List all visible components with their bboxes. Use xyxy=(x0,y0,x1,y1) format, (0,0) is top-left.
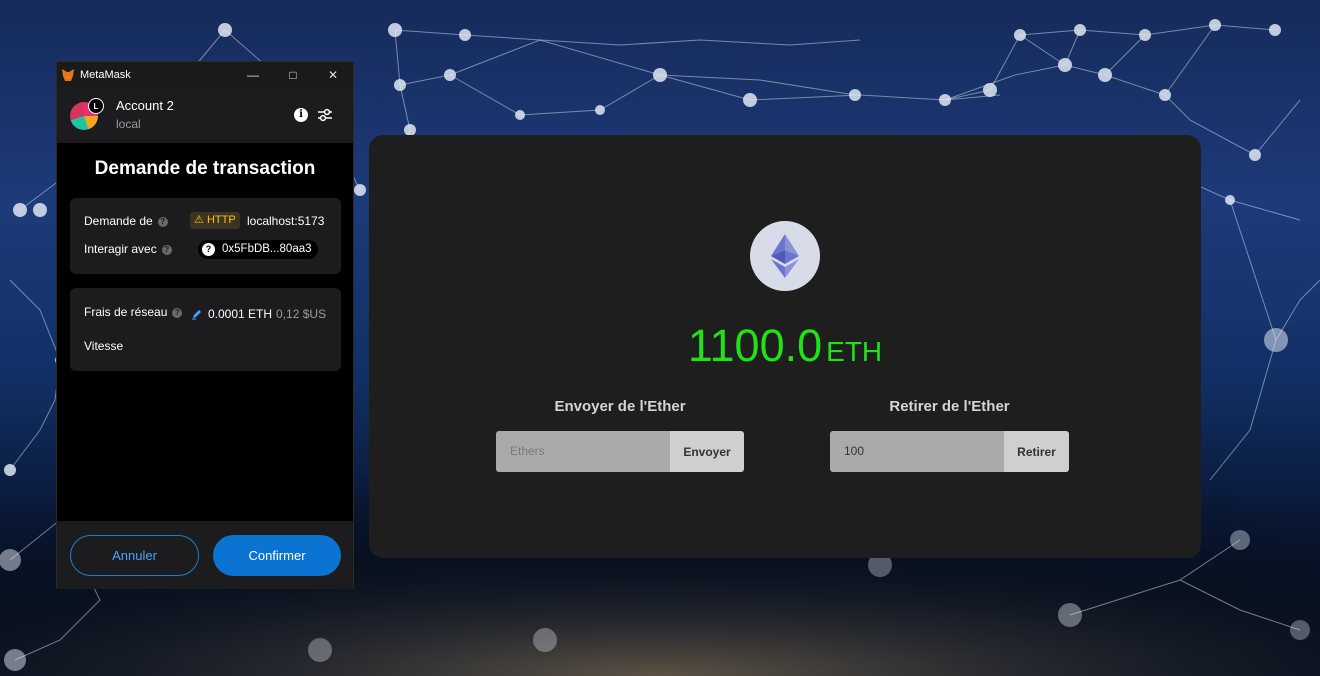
maximize-icon[interactable]: □ xyxy=(273,62,313,87)
balance-value: 1100.0 xyxy=(687,320,823,371)
contract-address[interactable]: ? 0x5FbDB...80aa3 xyxy=(198,240,318,259)
cancel-button[interactable]: Annuler xyxy=(70,535,199,576)
withdraw-form: 100 Retirer xyxy=(830,431,1069,472)
fee-eth: 0.0001 ETH xyxy=(208,307,273,321)
confirm-button[interactable]: Confirmer xyxy=(213,535,341,576)
send-form: Ethers Envoyer xyxy=(496,431,744,472)
info-icon[interactable]: i xyxy=(294,108,308,122)
balance-unit: ETH xyxy=(826,336,883,367)
request-card: Demande de? ⚠ HTTP localhost:5173 Intera… xyxy=(70,198,341,274)
minimize-icon[interactable]: — xyxy=(233,62,273,87)
fee-usd: 0,12 $US xyxy=(276,307,327,321)
withdraw-button[interactable]: Retirer xyxy=(1004,431,1069,472)
balance-display: 1100.0 ETH xyxy=(369,320,1201,372)
sliders-icon[interactable] xyxy=(317,107,333,123)
action-footer: Annuler Confirmer xyxy=(57,521,353,589)
contract-address-text: 0x5FbDB...80aa3 xyxy=(222,243,312,255)
interact-with-label: Interagir avec? xyxy=(84,242,172,256)
fee-card: Frais de réseau? 0.0001 ETH 0,12 $US Vit… xyxy=(70,288,341,371)
ethereum-icon xyxy=(750,221,820,291)
help-icon[interactable]: ? xyxy=(172,307,183,318)
close-icon[interactable]: ✕ xyxy=(313,62,353,87)
window-title: MetaMask xyxy=(80,68,131,81)
fee-value: 0.0001 ETH 0,12 $US xyxy=(191,307,326,321)
send-button[interactable]: Envoyer xyxy=(670,431,744,472)
withdraw-title: Retirer de l'Ether xyxy=(889,398,1010,415)
network-badge: L xyxy=(88,98,104,114)
http-warning-badge: ⚠ HTTP xyxy=(190,212,240,229)
page-title: Demande de transaction xyxy=(94,158,316,179)
network-name: local xyxy=(116,117,141,131)
pencil-icon[interactable] xyxy=(191,308,203,320)
help-icon[interactable]: ? xyxy=(161,244,172,255)
warning-icon: ⚠ xyxy=(194,214,204,226)
dapp-panel: 1100.0 ETH Envoyer de l'Ether Ethers Envo… xyxy=(369,135,1201,558)
help-icon[interactable]: ? xyxy=(157,216,168,227)
account-name[interactable]: Account 2 xyxy=(116,98,174,113)
withdraw-amount-input[interactable]: 100 xyxy=(830,431,1004,472)
speed-label: Vitesse xyxy=(84,339,124,353)
send-title: Envoyer de l'Ether xyxy=(554,398,686,415)
window-titlebar[interactable]: MetaMask — □ ✕ xyxy=(57,62,353,87)
metamask-fox-icon xyxy=(62,68,74,81)
request-from-label: Demande de? xyxy=(84,214,168,228)
account-header: L Account 2 local i xyxy=(57,87,353,143)
send-amount-input[interactable]: Ethers xyxy=(496,431,670,472)
network-fee-label: Frais de réseau? xyxy=(84,305,183,319)
origin-host: localhost:5173 xyxy=(247,214,325,228)
metamask-window: MetaMask — □ ✕ L Account 2 local i Deman… xyxy=(56,61,354,589)
unknown-contract-icon: ? xyxy=(202,243,215,256)
